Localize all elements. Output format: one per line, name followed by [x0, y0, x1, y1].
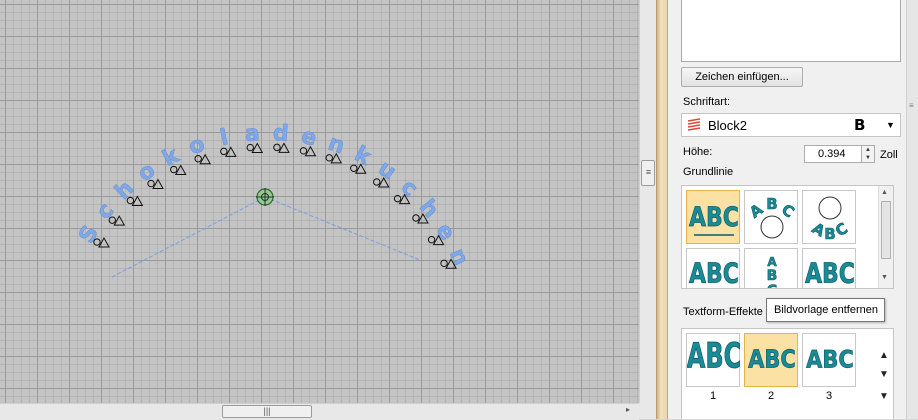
tile-preview: ABC	[806, 346, 854, 374]
scroll-up-icon[interactable]: ▲	[881, 189, 888, 196]
text-input-area[interactable]	[681, 0, 901, 62]
tile-label: B	[767, 268, 778, 284]
tile-preview: ABC	[766, 255, 778, 289]
embroidery-font-icon	[687, 118, 701, 131]
guide-line-left	[111, 196, 266, 278]
tooltip: Bildvorlage entfernen	[766, 298, 885, 322]
guide-line-right	[264, 196, 421, 261]
letter-handle-circle[interactable]	[350, 164, 358, 172]
font-select-value: Block2	[708, 118, 748, 133]
tile-label: ABC	[805, 257, 855, 289]
scroll-right-arrow-icon[interactable]: ▸	[626, 405, 630, 414]
effect-tile-1[interactable]: ABC	[686, 333, 741, 387]
horizontal-scroll-thumb[interactable]: |||	[222, 405, 312, 418]
effect-tile-2[interactable]: ABC	[744, 333, 798, 387]
effect-number-1: 1	[709, 390, 717, 402]
arc-text[interactable]: Schok o l a d e n kuchen	[74, 121, 473, 270]
arc-letter[interactable]: a	[244, 121, 261, 147]
panel-splitter[interactable]	[656, 0, 668, 419]
tile-label: B	[766, 195, 777, 213]
arc-letter[interactable]: h	[414, 195, 444, 223]
baseline-tile-straight-2[interactable]: ABC	[686, 248, 740, 289]
font-type-b-icon: B	[854, 116, 866, 134]
spinner-up-icon[interactable]: ▲	[862, 146, 874, 154]
expand-gallery-icon[interactable]: ▼	[879, 391, 889, 402]
baseline-tile-vertical[interactable]: ABC	[744, 248, 798, 289]
arc-letter[interactable]: e	[299, 124, 319, 152]
letter-handle-circle[interactable]	[412, 214, 420, 222]
scroll-up-icon[interactable]: ▲	[879, 350, 889, 361]
baseline-label: Grundlinie	[683, 166, 734, 178]
tile-preview: ABC	[689, 200, 739, 236]
tile-preview: ABC	[809, 196, 851, 243]
text-properties-panel: Zeichen einfügen... Schriftart: Block2 B…	[668, 0, 906, 419]
tile-preview: ABC	[805, 257, 856, 289]
tile-preview: ABC	[746, 195, 798, 239]
tile-preview: ABC	[689, 257, 740, 289]
insert-character-button[interactable]: Zeichen einfügen...	[681, 67, 803, 87]
tile-preview: ABC	[687, 336, 741, 377]
arc-letter[interactable]: n	[444, 245, 474, 270]
spinner-down-icon[interactable]: ▼	[862, 154, 874, 162]
arc-letter[interactable]: d	[272, 121, 290, 147]
tile-label: ABC	[689, 201, 739, 233]
letter-handle-circle[interactable]	[393, 194, 402, 203]
arc-letter[interactable]: c	[396, 175, 423, 203]
scroll-corner	[639, 403, 656, 419]
baseline-tile-circle-top[interactable]: ABC	[744, 190, 798, 244]
tile-label: ABC	[689, 257, 739, 289]
design-canvas[interactable]: Schokoladenkuchen	[0, 0, 639, 403]
baseline-gallery-scrollbar[interactable]: ▲ ▼	[878, 186, 893, 288]
tile-label: A	[746, 200, 766, 222]
letter-handle-circle[interactable]	[440, 259, 448, 267]
height-label: Höhe:	[683, 146, 713, 158]
text-effects-gallery[interactable]: ABC ABC ABC 1 2 3 ▲ ▼ ▼	[681, 328, 894, 419]
vertical-scroll-thumb[interactable]: ≡	[641, 160, 655, 186]
baseline-circle-shape	[760, 215, 784, 239]
baseline-circle-shape	[818, 196, 842, 220]
tile-label: ABC	[687, 336, 741, 377]
panel-scroll-grip[interactable]: ≡	[909, 102, 916, 114]
canvas-drawing[interactable]: Schok o l a d e n kuchen	[0, 0, 639, 403]
baseline-gallery-scroll-thumb[interactable]	[881, 201, 891, 259]
arc-letter[interactable]: l	[218, 125, 231, 151]
arc-letter[interactable]: k	[350, 141, 376, 172]
baseline-tile-tall[interactable]: ABC	[802, 248, 856, 289]
effect-tile-3[interactable]: ABC	[802, 333, 856, 387]
height-input[interactable]: 0.394	[804, 145, 862, 163]
tile-label: A	[767, 255, 777, 269]
font-label: Schriftart:	[683, 96, 731, 108]
effect-number-2: 2	[767, 390, 775, 402]
tile-label: C	[778, 200, 797, 221]
font-select[interactable]: Block2 B ▼	[681, 113, 901, 137]
tile-label: ABC	[806, 346, 854, 374]
canvas-horizontal-scrollbar[interactable]: |||	[0, 403, 639, 420]
baseline-tile-straight[interactable]: ABC	[686, 190, 740, 244]
tile-label: ABC	[748, 345, 796, 374]
scroll-down-icon[interactable]: ▼	[881, 274, 888, 281]
tile-label: C	[767, 283, 777, 289]
text-effects-label: Textform-Effekte	[683, 306, 763, 318]
canvas-vertical-scrollbar[interactable]: ≡	[639, 0, 657, 403]
tile-preview: ABC	[748, 344, 796, 374]
center-handle-icon[interactable]	[256, 188, 274, 206]
height-spinner[interactable]: ▲ ▼	[862, 145, 875, 163]
baseline-gallery[interactable]: ABC ABC ABC ABC ABC ABC ▲ ▼	[681, 185, 894, 289]
height-unit-label: Zoll	[880, 149, 898, 161]
letter-handle-circle[interactable]	[427, 235, 436, 244]
chevron-down-icon[interactable]: ▼	[886, 120, 895, 130]
effect-number-3: 3	[825, 390, 833, 402]
letter-handle-circle[interactable]	[373, 178, 381, 186]
panel-vertical-scrollbar[interactable]: ≡	[906, 0, 918, 419]
arc-letter[interactable]: u	[373, 156, 401, 186]
baseline-guide-lines	[111, 196, 421, 278]
baseline-tile-circle-bottom[interactable]: ABC	[802, 190, 856, 244]
scroll-down-icon[interactable]: ▼	[879, 369, 889, 380]
